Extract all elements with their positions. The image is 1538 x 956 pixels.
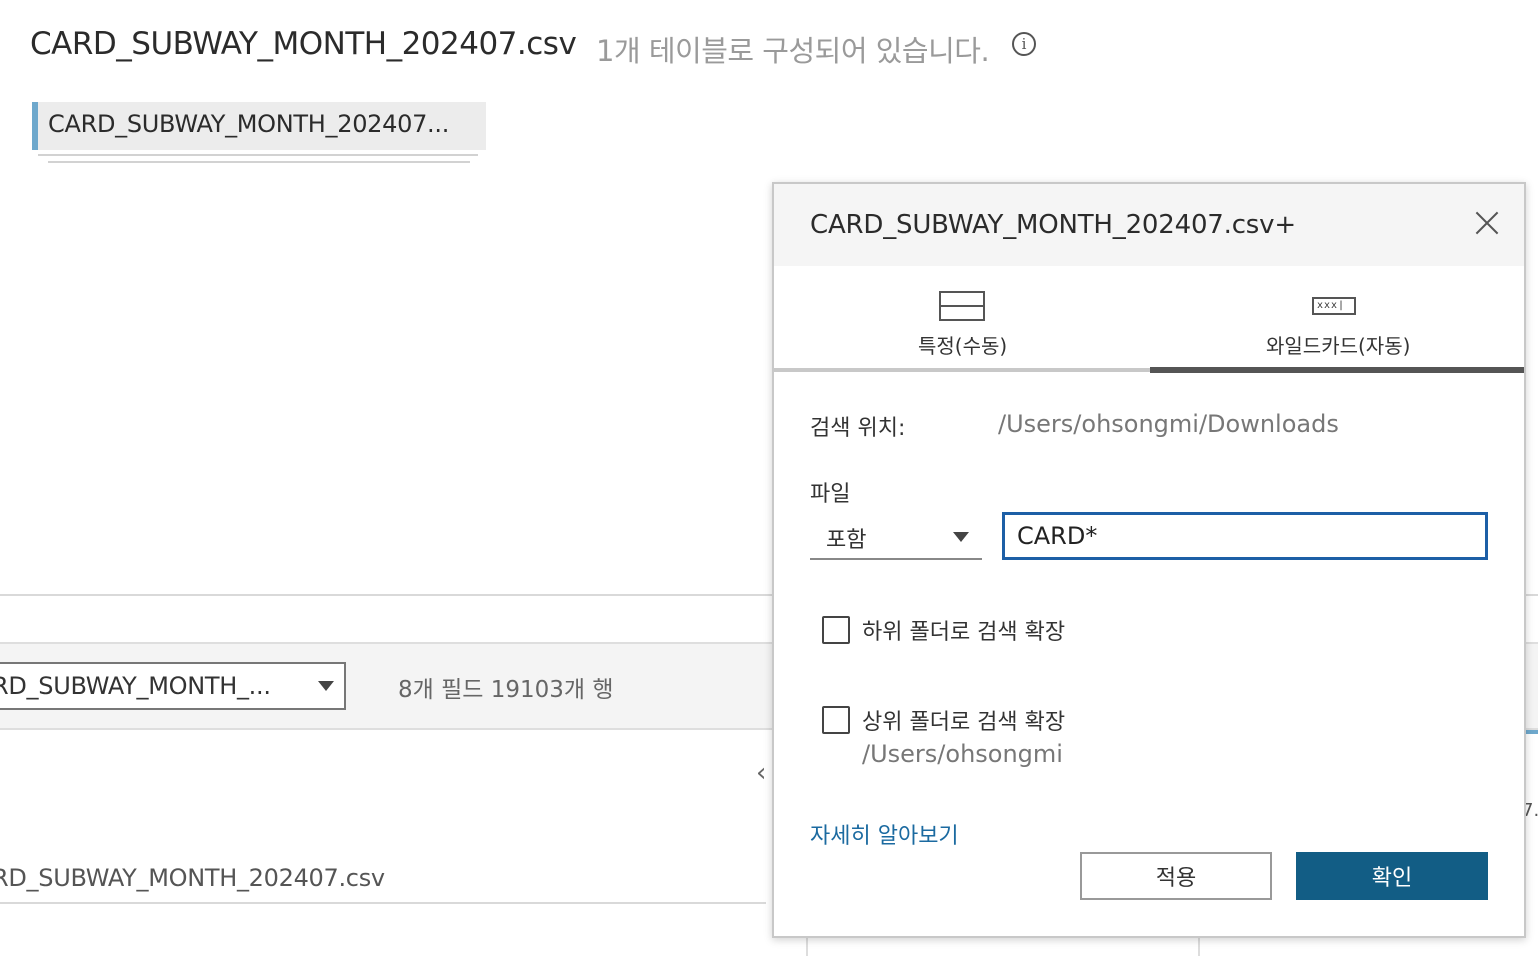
page-title: CARD_SUBWAY_MONTH_202407.csv xyxy=(30,26,577,62)
tab-active-underline xyxy=(1150,367,1524,373)
tab-manual-label: 특정(수동) xyxy=(918,334,1008,358)
grid-column-line xyxy=(1198,936,1200,956)
table-card-label: CARD_SUBWAY_MONTH_202407... xyxy=(48,110,450,138)
search-location-value: /Users/ohsongmi/Downloads xyxy=(998,410,1339,438)
tab-wildcard-label: 와일드카드(자동) xyxy=(1266,334,1411,358)
subfolders-checkbox-label[interactable]: 하위 폴더로 검색 확장 xyxy=(862,614,1065,646)
learn-more-link[interactable]: 자세히 알아보기 xyxy=(810,818,959,850)
field-row-count: 8개 필드 19103개 행 xyxy=(398,677,614,703)
subfolders-checkbox[interactable] xyxy=(822,616,850,644)
chevron-down-icon xyxy=(953,532,969,542)
table-rows-icon xyxy=(939,291,985,323)
search-location-label: 검색 위치: xyxy=(810,416,906,441)
grid-column-line xyxy=(806,936,808,956)
apply-button[interactable]: 적용 xyxy=(1080,852,1272,900)
table-stack-line xyxy=(38,154,478,156)
table-select-value: RD_SUBWAY_MONTH_... xyxy=(0,672,271,700)
dialog-title: CARD_SUBWAY_MONTH_202407.csv+ xyxy=(810,210,1296,240)
tab-underline xyxy=(774,368,1150,372)
row-divider xyxy=(0,902,766,904)
parent-folder-path: /Users/ohsongmi xyxy=(862,740,1063,768)
parent-folder-checkbox-label[interactable]: 상위 폴더로 검색 확장 xyxy=(862,704,1065,736)
ok-button[interactable]: 확인 xyxy=(1296,852,1488,900)
table-stack-line xyxy=(48,161,470,163)
page-subtitle: 1개 테이블로 구성되어 있습니다. xyxy=(596,34,990,68)
pattern-input[interactable] xyxy=(1002,512,1488,560)
parent-folder-checkbox[interactable] xyxy=(822,706,850,734)
match-mode-value: 포함 xyxy=(826,528,867,553)
chevron-left-icon[interactable]: ‹ xyxy=(756,758,766,788)
wildcard-icon: xxx| xyxy=(1312,297,1356,315)
close-icon[interactable] xyxy=(1470,208,1504,242)
file-row-label: RD_SUBWAY_MONTH_202407.csv xyxy=(0,864,385,892)
file-label: 파일 xyxy=(810,482,851,507)
chevron-down-icon xyxy=(318,681,334,691)
info-icon[interactable]: i xyxy=(1012,32,1036,56)
column-header-accent xyxy=(1526,730,1538,734)
